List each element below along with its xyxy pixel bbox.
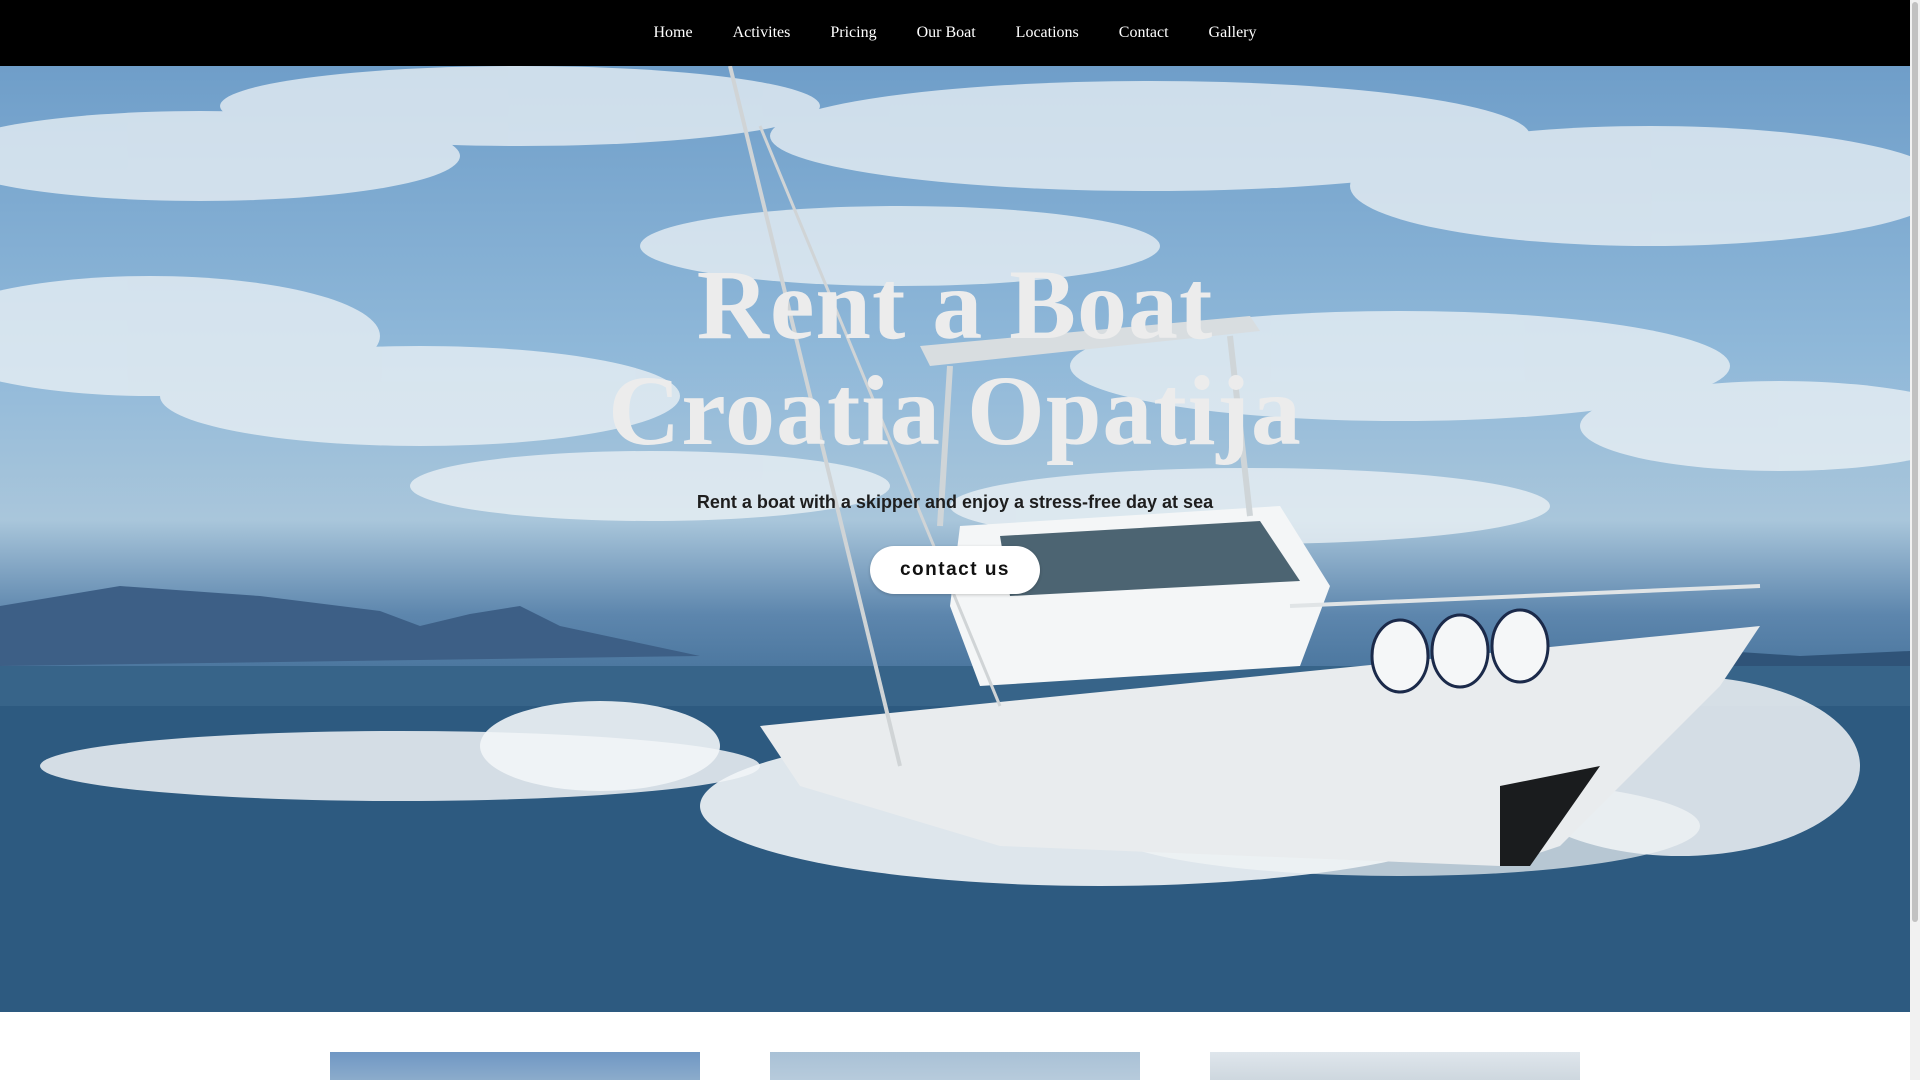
feature-card-image-1[interactable]: [330, 1052, 700, 1080]
contact-us-button[interactable]: contact us: [870, 546, 1040, 594]
hero-subtitle: Rent a boat with a skipper and enjoy a s…: [696, 492, 1214, 512]
nav-pricing-link[interactable]: Pricing: [810, 24, 896, 41]
feature-cards-section: [0, 1012, 1910, 1080]
top-navbar: Home Activites Pricing Our Boat Location…: [0, 0, 1910, 66]
nav-home-link[interactable]: Home: [633, 24, 712, 41]
nav-menu: Home Activites Pricing Our Boat Location…: [633, 0, 1276, 66]
mountain-left: [0, 586, 700, 666]
hero-background-image: [0, 66, 1910, 1012]
feature-card-image-3[interactable]: [1210, 1052, 1580, 1080]
hero-title-line-2: Croatia Opatija: [608, 355, 1302, 466]
feature-card-image-2[interactable]: [770, 1052, 1140, 1080]
hero-title-line-1: Rent a Boat: [696, 249, 1214, 360]
page: Home Activites Pricing Our Boat Location…: [0, 0, 1910, 1080]
page-scrollbar[interactable]: [1910, 0, 1920, 1080]
scrollbar-thumb[interactable]: [1912, 2, 1918, 922]
nav-locations-link[interactable]: Locations: [996, 24, 1099, 41]
nav-activities-link[interactable]: Activites: [713, 24, 811, 41]
nav-gallery-link[interactable]: Gallery: [1189, 24, 1277, 41]
hero-section: Rent a Boat Croatia Opatija Rent a boat …: [0, 66, 1910, 1012]
boat-fenders: [1370, 608, 1550, 694]
nav-contact-link[interactable]: Contact: [1099, 24, 1189, 41]
nav-our-boat-link[interactable]: Our Boat: [897, 24, 996, 41]
